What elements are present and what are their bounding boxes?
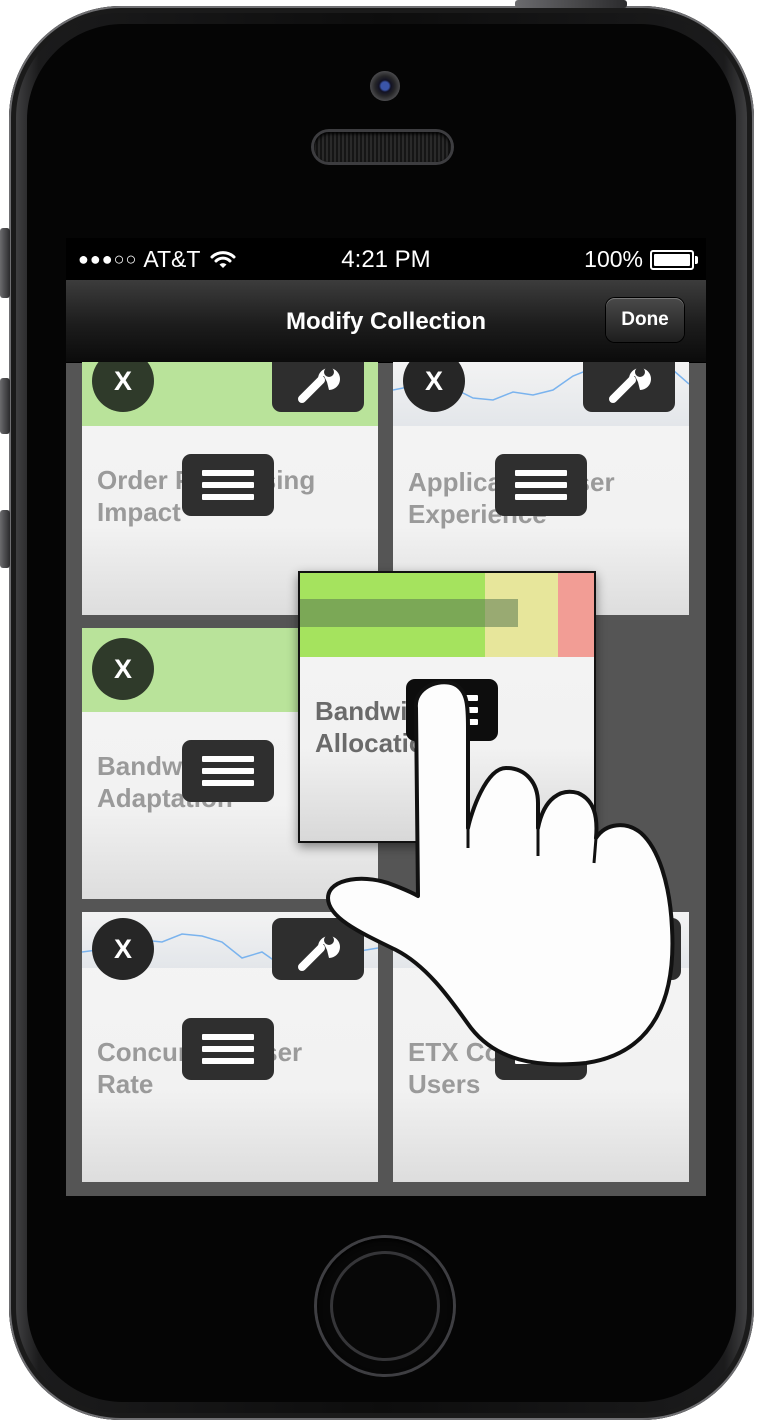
power-button xyxy=(515,0,627,8)
hamburger-line xyxy=(426,707,478,713)
status-bar: ●●●○○ AT&T 4:21 PM 100% xyxy=(66,238,706,280)
front-camera xyxy=(370,71,400,101)
progress-overlay xyxy=(300,599,518,627)
drag-handle[interactable] xyxy=(182,1018,274,1080)
hamburger-line xyxy=(515,482,567,488)
settings-button[interactable] xyxy=(583,362,675,412)
hamburger-menu-icon xyxy=(202,470,254,476)
tile-concurrent-user-rate[interactable]: X Concurrent User Rate xyxy=(82,912,378,1182)
home-button[interactable] xyxy=(317,1238,453,1374)
earpiece-speaker xyxy=(314,132,451,162)
volume-up-button xyxy=(0,378,10,434)
hamburger-menu-icon xyxy=(202,1034,254,1040)
silent-switch xyxy=(0,228,10,298)
navigation-bar: Modify Collection Done xyxy=(66,280,706,363)
x-icon: X xyxy=(113,365,132,396)
wrench-icon xyxy=(298,367,340,403)
hamburger-line xyxy=(202,482,254,488)
drag-handle[interactable] xyxy=(495,454,587,516)
volume-down-button xyxy=(0,510,10,568)
battery-status: 100% xyxy=(584,246,698,273)
x-icon: X xyxy=(113,933,132,964)
remove-button[interactable]: X xyxy=(92,918,154,980)
hamburger-line xyxy=(515,1046,567,1052)
wrench-icon xyxy=(609,367,651,403)
screen: ●●●○○ AT&T 4:21 PM 100% Modify Collectio… xyxy=(66,238,706,1196)
hamburger-line xyxy=(202,768,254,774)
hamburger-line xyxy=(515,494,567,500)
hamburger-line xyxy=(202,1058,254,1064)
settings-button[interactable] xyxy=(272,918,364,980)
hamburger-menu-icon xyxy=(426,695,478,701)
hamburger-line xyxy=(426,719,478,725)
battery-icon xyxy=(650,249,698,270)
remove-button[interactable]: X xyxy=(92,638,154,700)
drag-handle[interactable] xyxy=(406,679,498,741)
tile-grid: 3 X Order Processing Impact xyxy=(66,362,706,1196)
home-button-ring xyxy=(333,1254,437,1358)
wrench-icon xyxy=(298,935,340,971)
done-button[interactable]: Done xyxy=(606,298,684,342)
status-segment-critical xyxy=(558,573,594,657)
drag-handle[interactable] xyxy=(495,1018,587,1080)
hamburger-line xyxy=(202,1046,254,1052)
drag-handle[interactable] xyxy=(182,740,274,802)
hamburger-line xyxy=(202,780,254,786)
hamburger-line xyxy=(515,1058,567,1064)
hamburger-line xyxy=(202,494,254,500)
hamburger-menu-icon xyxy=(515,1034,567,1040)
settings-button[interactable] xyxy=(621,918,681,980)
settings-button[interactable] xyxy=(272,362,364,412)
x-icon: X xyxy=(424,365,443,396)
hamburger-menu-icon xyxy=(515,470,567,476)
x-icon: X xyxy=(113,653,132,684)
tile-etx-concurrent-users[interactable]: ETX Concurrent Users xyxy=(393,912,689,1182)
battery-percent: 100% xyxy=(584,246,643,272)
dragged-tile-bandwidth-allocation[interactable]: Bandwidth Allocation xyxy=(298,571,596,843)
drag-handle[interactable] xyxy=(182,454,274,516)
hamburger-menu-icon xyxy=(202,756,254,762)
